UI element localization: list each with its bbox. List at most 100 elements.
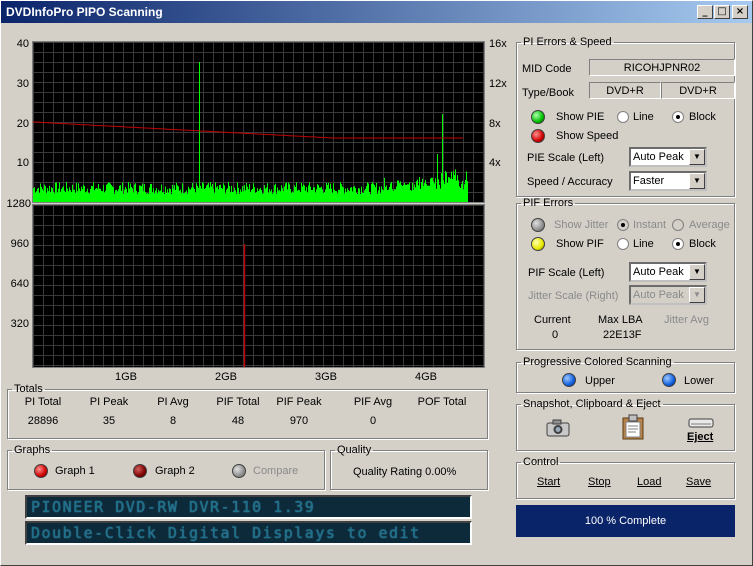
- pif-scale-value: Auto Peak: [633, 266, 684, 278]
- graph2-led[interactable]: [133, 464, 147, 478]
- pi-peak-value: 35: [102, 415, 116, 427]
- type-book-label: Type/Book: [522, 87, 574, 99]
- graphs-legend: Graphs: [14, 444, 51, 456]
- pie-block-radio[interactable]: [672, 111, 684, 123]
- compare-label: Compare: [253, 465, 299, 477]
- graph1-led[interactable]: [34, 464, 48, 478]
- speed-accuracy-select[interactable]: Faster ▼: [629, 171, 707, 191]
- speed-axis-label: 16x: [489, 38, 507, 50]
- pif-block-label[interactable]: Block: [689, 238, 716, 250]
- pif-errors-graph[interactable]: [32, 204, 485, 368]
- totals-header: PIF Avg: [353, 396, 393, 408]
- speed-axis-label: 8x: [489, 118, 501, 130]
- graph2-label[interactable]: Graph 2: [155, 465, 195, 477]
- pif-axis-label: 960: [10, 238, 29, 250]
- lower-label[interactable]: Lower: [684, 375, 714, 387]
- chevron-down-icon: ▼: [689, 287, 705, 303]
- pif-axis-label: 640: [10, 278, 29, 290]
- totals-header: PI Peak: [89, 396, 129, 408]
- x-axis-label: 3GB: [315, 371, 338, 383]
- progressive-legend: Progressive Colored Scanning: [523, 356, 672, 368]
- pif-line-radio[interactable]: [617, 238, 629, 250]
- x-axis-label: 1GB: [115, 371, 138, 383]
- show-pif-led[interactable]: [531, 237, 545, 251]
- jitter-scale-select: Auto Peak ▼: [629, 285, 707, 305]
- pif-block-radio[interactable]: [672, 238, 684, 250]
- chevron-down-icon[interactable]: ▼: [689, 149, 705, 165]
- pie-axis-label: 30: [16, 78, 29, 90]
- show-pie-led[interactable]: [531, 110, 545, 124]
- totals-legend: Totals: [14, 383, 43, 395]
- speed-accuracy-value: Faster: [633, 175, 665, 187]
- control-legend: Control: [523, 456, 559, 468]
- progress-bar: 100 % Complete: [516, 505, 735, 537]
- pif-line-label[interactable]: Line: [633, 238, 654, 250]
- drive-lcd-display[interactable]: PIONEER DVD-RW DVR-110 1.39: [25, 495, 472, 519]
- totals-header: PIF Total: [216, 396, 260, 408]
- speed-axis-label: 12x: [489, 78, 507, 90]
- title-bar[interactable]: DVDInfoPro PIPO Scanning _ □ ×: [1, 1, 752, 23]
- type-value: DVD+R: [589, 82, 661, 99]
- save-button[interactable]: Save: [686, 476, 711, 488]
- pie-scale-label: PIE Scale (Left): [527, 152, 605, 164]
- pif-total-value: 48: [231, 415, 245, 427]
- jitter-scale-value: Auto Peak: [633, 289, 684, 301]
- pie-block-label[interactable]: Block: [689, 111, 716, 123]
- load-button[interactable]: Load: [637, 476, 661, 488]
- show-pif-label[interactable]: Show PIF: [556, 238, 604, 250]
- jitter-avg-label: Jitter Avg: [664, 314, 710, 326]
- pi-errors-graph[interactable]: [32, 41, 485, 203]
- mid-code-label: MID Code: [522, 63, 572, 75]
- upper-led[interactable]: [562, 373, 576, 387]
- show-pie-label[interactable]: Show PIE: [556, 111, 604, 123]
- pie-scale-value: Auto Peak: [633, 151, 684, 163]
- speed-line: [32, 121, 463, 139]
- jitter-average-label: Average: [689, 219, 730, 231]
- pi-avg-value: 8: [169, 415, 177, 427]
- totals-group: Totals: [7, 383, 488, 439]
- stop-button[interactable]: Stop: [588, 476, 611, 488]
- quality-legend: Quality: [337, 444, 372, 456]
- max-lba-value: 22E13F: [603, 329, 642, 341]
- upper-label[interactable]: Upper: [585, 375, 615, 387]
- start-button[interactable]: Start: [537, 476, 560, 488]
- eject-icon[interactable]: [687, 418, 715, 428]
- show-jitter-led: [531, 218, 545, 232]
- pi-errors-legend: PI Errors & Speed: [523, 36, 612, 48]
- max-lba-label: Max LBA: [598, 314, 643, 326]
- camera-icon[interactable]: [546, 419, 570, 437]
- chevron-down-icon[interactable]: ▼: [689, 264, 705, 280]
- pie-scale-select[interactable]: Auto Peak ▼: [629, 147, 707, 167]
- x-axis-label: 4GB: [415, 371, 438, 383]
- show-speed-led[interactable]: [531, 129, 545, 143]
- totals-header: PIF Peak: [276, 396, 322, 408]
- window-title: DVDInfoPro PIPO Scanning: [6, 5, 163, 19]
- pi-errors-plot: [32, 42, 484, 203]
- current-value: 0: [552, 329, 559, 341]
- pif-scale-select[interactable]: Auto Peak ▼: [629, 262, 707, 282]
- totals-header: POF Total: [417, 396, 467, 408]
- maximize-button[interactable]: □: [714, 5, 730, 19]
- pie-axis-label: 10: [16, 157, 29, 169]
- graph1-label[interactable]: Graph 1: [55, 465, 95, 477]
- eject-button[interactable]: Eject: [687, 431, 713, 443]
- totals-header: PI Total: [24, 396, 62, 408]
- pie-axis-label: 40: [16, 38, 29, 50]
- totals-header: PI Avg: [157, 396, 189, 408]
- mid-code-value: RICOHJPNR02: [589, 59, 735, 76]
- jitter-instant-radio: [617, 219, 629, 231]
- show-speed-label[interactable]: Show Speed: [556, 130, 618, 142]
- chevron-down-icon[interactable]: ▼: [689, 173, 705, 189]
- lower-led[interactable]: [662, 373, 676, 387]
- clipboard-icon[interactable]: [621, 414, 645, 440]
- hint-lcd-display[interactable]: Double-Click Digital Displays to edit: [25, 521, 472, 545]
- speed-axis-label: 4x: [489, 157, 501, 169]
- jitter-average-radio: [672, 219, 684, 231]
- pipo-window: DVDInfoPro PIPO Scanning _ □ × 40 30 20 …: [0, 0, 753, 566]
- pie-line-radio[interactable]: [617, 111, 629, 123]
- pif-errors-plot: [33, 205, 484, 367]
- pie-line-label[interactable]: Line: [633, 111, 654, 123]
- compare-led: [232, 464, 246, 478]
- close-button[interactable]: ×: [732, 5, 748, 19]
- minimize-button[interactable]: _: [697, 5, 713, 19]
